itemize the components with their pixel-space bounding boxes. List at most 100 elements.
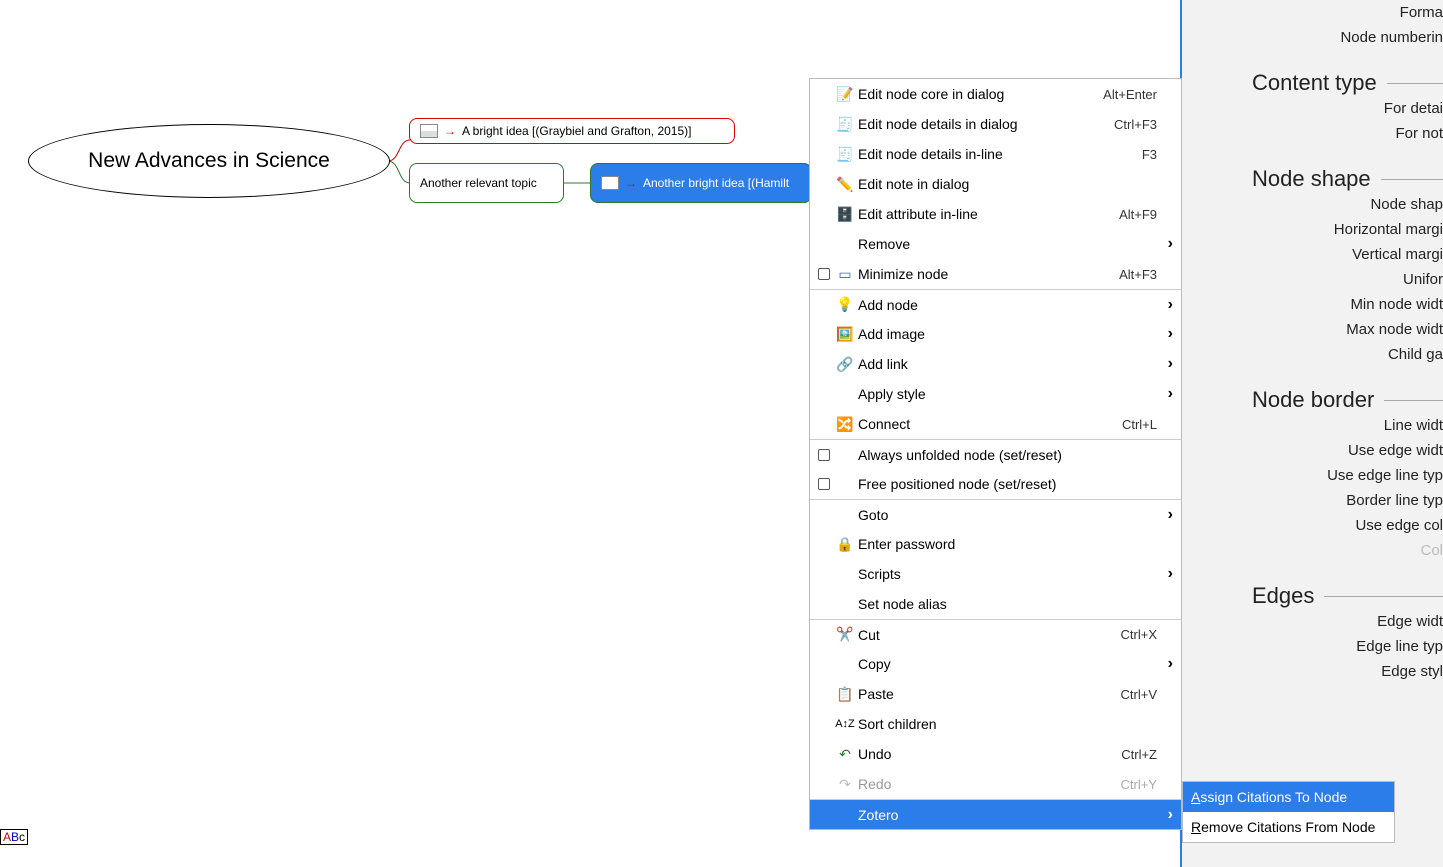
panel-row: Use edge col	[1182, 513, 1443, 538]
menu-add-link[interactable]: 🔗 Add link ›	[810, 349, 1181, 379]
details-icon: 🧾	[834, 116, 856, 133]
menu-edit-note[interactable]: ✏️ Edit note in dialog	[810, 169, 1181, 199]
context-menu: 📝 Edit node core in dialog Alt+Enter 🧾 E…	[809, 78, 1182, 830]
menu-free-positioned[interactable]: Free positioned node (set/reset)	[810, 469, 1181, 499]
chevron-right-icon: ›	[1157, 655, 1173, 673]
panel-row: Node shap	[1182, 192, 1443, 217]
panel-row: For detai	[1182, 96, 1443, 121]
child-node-label: A bright idea [(Graybiel and Grafton, 20…	[462, 124, 691, 138]
child-node-idea1[interactable]: → A bright idea [(Graybiel and Grafton, …	[409, 118, 735, 144]
panel-row: Edge line typ	[1182, 634, 1443, 659]
undo-icon: ↶	[834, 746, 856, 763]
panel-row: Edge styl	[1182, 659, 1443, 684]
sort-icon: A↕Z	[834, 718, 856, 730]
panel-row: Use edge widt	[1182, 438, 1443, 463]
attribute-icon: 🗄️	[834, 206, 856, 223]
panel-header-content-type: Content type	[1182, 70, 1443, 96]
panel-row: Forma	[1182, 0, 1443, 25]
panel-row: Col	[1182, 538, 1443, 563]
menu-minimize-node[interactable]: ▭ Minimize node Alt+F3	[810, 259, 1181, 289]
abc-b: B	[11, 830, 19, 844]
menu-set-node-alias[interactable]: Set node alias	[810, 589, 1181, 619]
image-icon: 🖼️	[834, 326, 856, 343]
panel-row: Max node widt	[1182, 317, 1443, 342]
chevron-right-icon: ›	[1157, 296, 1173, 314]
panel-row: Horizontal margi	[1182, 217, 1443, 242]
panel-row: Border line typ	[1182, 488, 1443, 513]
submenu-label: Assign Citations To Node	[1191, 789, 1347, 805]
connect-icon: 🔀	[834, 416, 856, 433]
bulb-icon: 💡	[834, 296, 856, 313]
menu-edit-node-details-dialog[interactable]: 🧾 Edit node details in dialog Ctrl+F3	[810, 109, 1181, 139]
panel-row: Node numberin	[1182, 25, 1443, 50]
menu-apply-style[interactable]: Apply style ›	[810, 379, 1181, 409]
root-node[interactable]: New Advances in Science	[28, 124, 390, 198]
chevron-right-icon: ›	[1157, 506, 1173, 524]
lock-icon: 🔒	[834, 536, 856, 553]
panel-row: Edge widt	[1182, 609, 1443, 634]
panel-row: Line widt	[1182, 413, 1443, 438]
panel-header-edges: Edges	[1182, 583, 1443, 609]
checkbox-icon	[818, 478, 830, 490]
panel-row: Use edge line typ	[1182, 463, 1443, 488]
child-node-label: Another relevant topic	[420, 176, 537, 190]
table-icon	[420, 124, 438, 138]
chevron-right-icon: ›	[1157, 565, 1173, 583]
chevron-right-icon: ›	[1157, 806, 1173, 824]
menu-zotero[interactable]: Zotero ›	[810, 799, 1181, 829]
child-node-selected[interactable]: → Another bright idea [(Hamilt	[590, 163, 812, 203]
menu-goto[interactable]: Goto ›	[810, 499, 1181, 529]
panel-row: Child ga	[1182, 342, 1443, 367]
scissors-icon: ✂️	[834, 626, 856, 643]
menu-undo[interactable]: ↶ Undo Ctrl+Z	[810, 739, 1181, 769]
submenu-label: Remove Citations From Node	[1191, 819, 1375, 835]
submenu-remove-citations[interactable]: Remove Citations From Node	[1183, 812, 1394, 842]
link-icon: 🔗	[834, 356, 856, 373]
menu-edit-node-details-inline[interactable]: 🧾 Edit node details in-line F3	[810, 139, 1181, 169]
abc-c: c	[19, 830, 25, 844]
menu-add-image[interactable]: 🖼️ Add image ›	[810, 319, 1181, 349]
menu-always-unfolded[interactable]: Always unfolded node (set/reset)	[810, 439, 1181, 469]
clipboard-icon: 📋	[834, 686, 856, 703]
panel-row: Unifor	[1182, 267, 1443, 292]
menu-enter-password[interactable]: 🔒 Enter password	[810, 529, 1181, 559]
chevron-right-icon: ›	[1157, 355, 1173, 373]
panel-row: For not	[1182, 121, 1443, 146]
checkbox-icon	[818, 268, 830, 280]
format-panel[interactable]: Forma Node numberin Content type For det…	[1180, 0, 1443, 867]
menu-copy[interactable]: Copy ›	[810, 649, 1181, 679]
chevron-right-icon: ›	[1157, 235, 1173, 253]
arrow-icon: →	[625, 176, 637, 190]
details-inline-icon: 🧾	[834, 146, 856, 163]
chevron-right-icon: ›	[1157, 385, 1173, 403]
redo-icon: ↷	[834, 776, 856, 793]
menu-remove[interactable]: Remove ›	[810, 229, 1181, 259]
menu-redo[interactable]: ↷ Redo Ctrl+Y	[810, 769, 1181, 799]
note-icon: ✏️	[834, 176, 856, 193]
panel-row: Min node widt	[1182, 292, 1443, 317]
child-node-topic[interactable]: Another relevant topic	[409, 163, 564, 203]
menu-scripts[interactable]: Scripts ›	[810, 559, 1181, 589]
table-icon	[601, 176, 619, 190]
menu-cut[interactable]: ✂️ Cut Ctrl+X	[810, 619, 1181, 649]
panel-header-node-border: Node border	[1182, 387, 1443, 413]
text-format-indicator[interactable]: ABc	[0, 829, 28, 845]
node-edit-icon: 📝	[834, 86, 856, 103]
abc-a: A	[3, 830, 11, 844]
checkbox-icon	[818, 449, 830, 461]
chevron-right-icon: ›	[1157, 325, 1173, 343]
menu-sort-children[interactable]: A↕Z Sort children	[810, 709, 1181, 739]
panel-header-node-shape: Node shape	[1182, 166, 1443, 192]
minimize-icon: ▭	[834, 266, 856, 283]
zotero-submenu: Assign Citations To Node Remove Citation…	[1182, 781, 1395, 843]
panel-row: Vertical margi	[1182, 242, 1443, 267]
arrow-icon: →	[444, 124, 456, 138]
menu-edit-node-core[interactable]: 📝 Edit node core in dialog Alt+Enter	[810, 79, 1181, 109]
submenu-assign-citations[interactable]: Assign Citations To Node	[1183, 782, 1394, 812]
root-node-label: New Advances in Science	[88, 147, 330, 174]
menu-edit-attribute[interactable]: 🗄️ Edit attribute in-line Alt+F9	[810, 199, 1181, 229]
child-node-label: Another bright idea [(Hamilt	[643, 176, 789, 190]
menu-paste[interactable]: 📋 Paste Ctrl+V	[810, 679, 1181, 709]
menu-connect[interactable]: 🔀 Connect Ctrl+L	[810, 409, 1181, 439]
menu-add-node[interactable]: 💡 Add node ›	[810, 289, 1181, 319]
